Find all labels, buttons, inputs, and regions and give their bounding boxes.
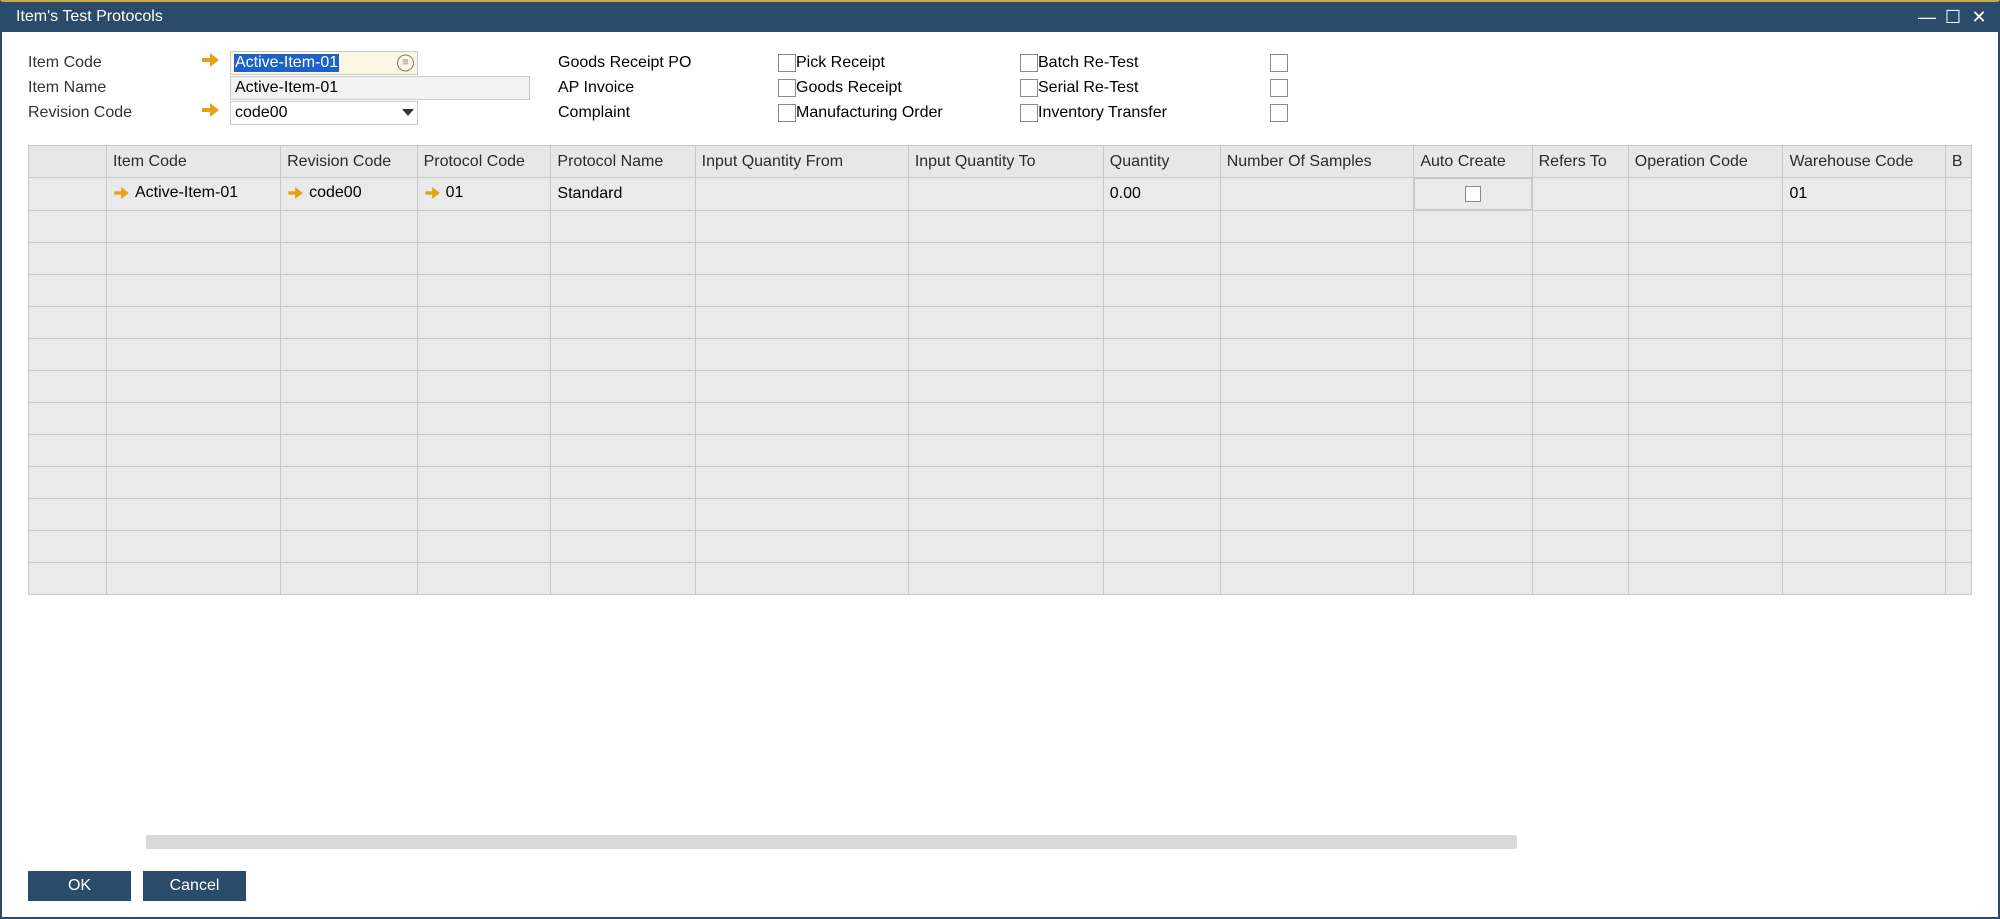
col-protocol-code[interactable]: Protocol Code <box>417 146 551 178</box>
manufacturing-order-checkbox[interactable] <box>1020 104 1038 122</box>
horizontal-scrollbar[interactable] <box>146 835 1517 849</box>
revision-code-select[interactable] <box>230 101 418 125</box>
batch-retest-checkbox[interactable] <box>1270 54 1288 72</box>
col-num-samples[interactable]: Number Of Samples <box>1220 146 1414 178</box>
inventory-transfer-label: Inventory Transfer <box>1038 104 1270 122</box>
item-code-picker-icon[interactable] <box>397 54 414 71</box>
goods-receipt-po-label: Goods Receipt PO <box>558 54 778 72</box>
ok-button[interactable]: OK <box>28 871 131 901</box>
item-code-selection: Active-Item-01 <box>234 54 339 72</box>
col-operation-code[interactable]: Operation Code <box>1628 146 1783 178</box>
pick-receipt-checkbox[interactable] <box>1020 54 1038 72</box>
col-protocol-name[interactable]: Protocol Name <box>551 146 695 178</box>
table-header-row: Item Code Revision Code Protocol Code Pr… <box>29 146 1972 178</box>
ap-invoice-checkbox[interactable] <box>778 79 796 97</box>
table-row[interactable] <box>29 435 1972 467</box>
inventory-transfer-checkbox[interactable] <box>1270 104 1288 122</box>
col-quantity[interactable]: Quantity <box>1103 146 1220 178</box>
col-refers-to[interactable]: Refers To <box>1532 146 1628 178</box>
link-arrow-icon[interactable] <box>288 187 303 199</box>
window: Item's Test Protocols — ☐ ✕ Item Code Ac… <box>0 0 2000 919</box>
batch-retest-label: Batch Re-Test <box>1038 54 1270 72</box>
complaint-checkbox[interactable] <box>778 104 796 122</box>
protocols-table: Item Code Revision Code Protocol Code Pr… <box>28 145 1972 849</box>
titlebar: Item's Test Protocols — ☐ ✕ <box>2 2 1998 32</box>
col-input-qty-from[interactable]: Input Quantity From <box>695 146 908 178</box>
col-auto-create[interactable]: Auto Create <box>1414 146 1532 178</box>
goods-receipt-po-checkbox[interactable] <box>778 54 796 72</box>
minimize-icon[interactable]: — <box>1914 8 1940 26</box>
serial-retest-label: Serial Re-Test <box>1038 79 1270 97</box>
table-row[interactable] <box>29 531 1972 563</box>
cancel-button[interactable]: Cancel <box>143 871 246 901</box>
table-row[interactable] <box>29 211 1972 243</box>
item-name-input[interactable] <box>230 76 530 100</box>
manufacturing-order-label: Manufacturing Order <box>796 104 1020 122</box>
table-row[interactable] <box>29 371 1972 403</box>
maximize-icon[interactable]: ☐ <box>1940 8 1966 26</box>
serial-retest-checkbox[interactable] <box>1270 79 1288 97</box>
link-arrow-icon[interactable] <box>114 187 129 199</box>
col-revision-code[interactable]: Revision Code <box>281 146 417 178</box>
table-row[interactable] <box>29 275 1972 307</box>
item-name-label: Item Name <box>28 79 202 97</box>
link-arrow-icon[interactable] <box>425 187 440 199</box>
ap-invoice-label: AP Invoice <box>558 79 778 97</box>
close-icon[interactable]: ✕ <box>1966 8 1992 26</box>
link-arrow-icon[interactable] <box>202 53 230 72</box>
table-row[interactable] <box>29 403 1972 435</box>
col-item-code[interactable]: Item Code <box>106 146 280 178</box>
link-arrow-icon[interactable] <box>202 103 230 122</box>
table-row[interactable] <box>29 467 1972 499</box>
table-row[interactable]: Active-Item-01code0001Standard0.0001 <box>29 178 1972 211</box>
table-row[interactable] <box>29 243 1972 275</box>
table-row[interactable] <box>29 499 1972 531</box>
table-row[interactable] <box>29 563 1972 595</box>
col-rownum[interactable] <box>29 146 107 178</box>
table-row[interactable] <box>29 339 1972 371</box>
auto-create-checkbox[interactable] <box>1465 186 1481 202</box>
chevron-down-icon[interactable] <box>399 104 416 122</box>
goods-receipt-label: Goods Receipt <box>796 79 1020 97</box>
complaint-label: Complaint <box>558 104 778 122</box>
revision-code-label: Revision Code <box>28 104 202 122</box>
col-b[interactable]: B <box>1945 146 1971 178</box>
pick-receipt-label: Pick Receipt <box>796 54 1020 72</box>
goods-receipt-checkbox[interactable] <box>1020 79 1038 97</box>
col-input-qty-to[interactable]: Input Quantity To <box>908 146 1103 178</box>
window-title: Item's Test Protocols <box>16 8 163 26</box>
table-row[interactable] <box>29 307 1972 339</box>
item-code-label: Item Code <box>28 54 202 72</box>
col-warehouse-code[interactable]: Warehouse Code <box>1783 146 1945 178</box>
